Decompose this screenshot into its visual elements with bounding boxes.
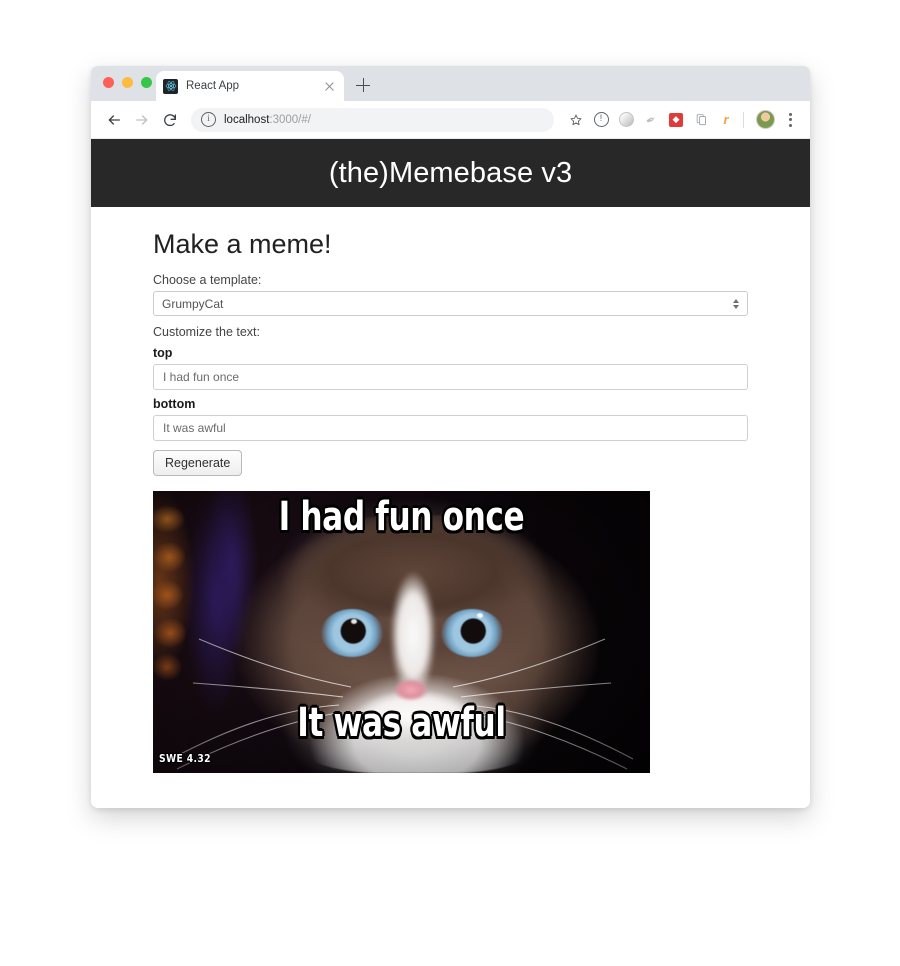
- extension-brush-icon[interactable]: ✒: [640, 109, 662, 131]
- arrow-right-icon: [129, 107, 155, 133]
- page-content: Make a meme! Choose a template: GrumpyCa…: [91, 207, 810, 773]
- extension-document-icon[interactable]: [690, 109, 712, 131]
- regenerate-button-label: Regenerate: [165, 456, 231, 470]
- toolbar-divider: [743, 111, 744, 128]
- template-select-value: GrumpyCat: [162, 296, 224, 311]
- page-viewport: (the)Memebase v3 Make a meme! Choose a t…: [91, 139, 810, 806]
- info-circle-icon[interactable]: [201, 112, 216, 127]
- address-bar[interactable]: localhost:3000/#/: [191, 107, 554, 132]
- meme-bottom-text: It was awful: [297, 700, 506, 746]
- top-text-value: I had fun once: [163, 370, 240, 384]
- app-title: (the)Memebase v3: [328, 156, 573, 189]
- toolbar-actions: ✒ ◆ r: [562, 109, 800, 131]
- close-icon[interactable]: [322, 79, 337, 94]
- profile-avatar[interactable]: [754, 109, 776, 131]
- window-minimize-button[interactable]: [122, 77, 133, 88]
- extension-info-icon[interactable]: [590, 109, 612, 131]
- tab-strip: React App: [91, 66, 810, 101]
- template-select[interactable]: GrumpyCat: [153, 291, 748, 316]
- page-title: Make a meme!: [153, 229, 332, 259]
- url-path: :3000/#/: [269, 113, 311, 126]
- top-text-input[interactable]: I had fun once: [153, 364, 748, 390]
- window-maximize-button[interactable]: [141, 77, 152, 88]
- meme-top-text: I had fun once: [278, 494, 525, 540]
- meme-watermark: SWE 4.32: [159, 752, 211, 765]
- extension-sphere-icon[interactable]: [615, 109, 637, 131]
- meme-image[interactable]: I had fun once It was awful SWE 4.32: [153, 491, 650, 773]
- browser-window: React App localhost:3000/#/: [91, 66, 810, 808]
- browser-tab[interactable]: React App: [156, 71, 344, 101]
- extension-orange-icon[interactable]: r: [715, 109, 737, 131]
- arrow-left-icon[interactable]: [101, 107, 127, 133]
- bottom-text-value: It was awful: [163, 421, 226, 435]
- bottom-text-label: bottom: [153, 397, 196, 411]
- customize-label: Customize the text:: [153, 325, 260, 339]
- extension-red-icon[interactable]: ◆: [665, 109, 687, 131]
- address-bar-url: localhost:3000/#/: [224, 114, 311, 126]
- regenerate-button[interactable]: Regenerate: [153, 450, 243, 476]
- reload-icon[interactable]: [157, 107, 183, 133]
- kebab-menu-icon[interactable]: [780, 109, 800, 131]
- browser-toolbar: localhost:3000/#/ ✒ ◆ r: [91, 101, 810, 139]
- react-logo-icon: [163, 78, 178, 94]
- bottom-text-input[interactable]: It was awful: [153, 415, 748, 441]
- window-close-button[interactable]: [103, 77, 114, 88]
- plus-icon[interactable]: [353, 75, 373, 95]
- top-text-label: top: [153, 346, 173, 360]
- app-header: (the)Memebase v3: [91, 139, 810, 207]
- template-label: Choose a template:: [153, 273, 262, 287]
- bookmark-star-icon[interactable]: [565, 109, 587, 131]
- browser-tab-title: React App: [186, 80, 240, 92]
- updown-arrows-icon: [733, 298, 739, 309]
- window-traffic-lights: [103, 77, 152, 88]
- url-host: localhost: [224, 113, 270, 126]
